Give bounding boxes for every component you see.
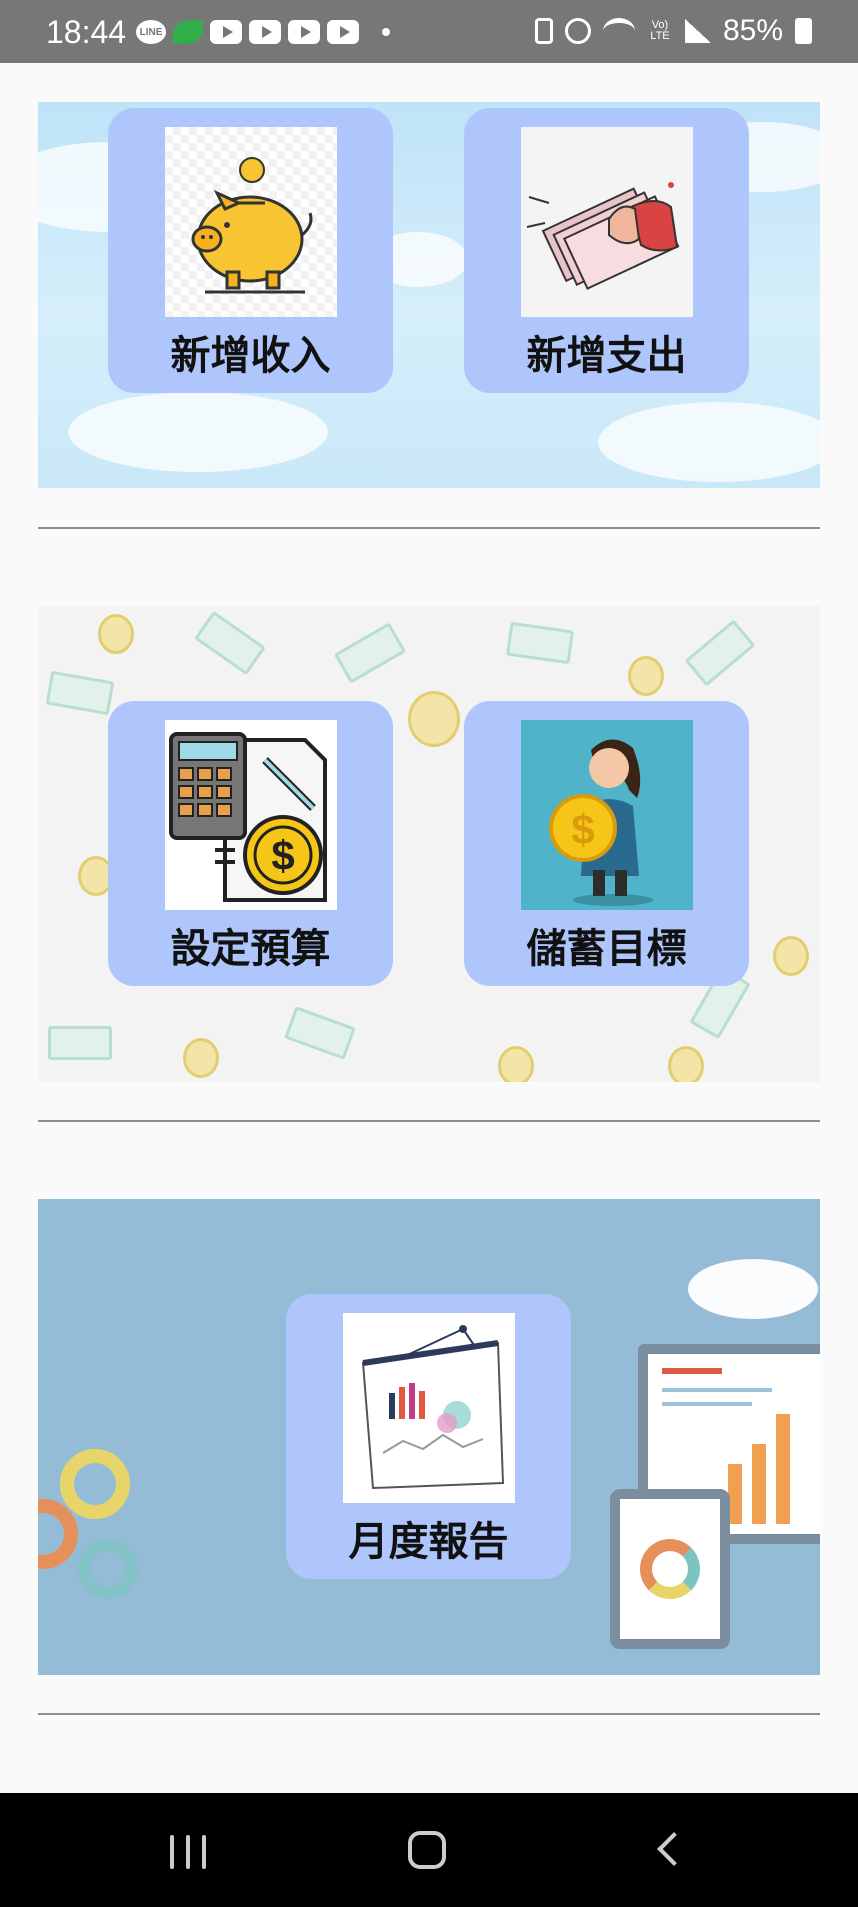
cash-in-hand-icon [521, 127, 693, 317]
coin-decoration [498, 1046, 534, 1082]
savings-goal-button[interactable]: $ 儲蓄目標 [464, 701, 749, 986]
dot-icon [382, 28, 390, 36]
battery-saver-icon [534, 18, 553, 44]
line-icon: LINE [136, 20, 166, 44]
cloud-decoration [68, 392, 328, 472]
back-button[interactable] [640, 1823, 700, 1877]
report-section: 月度報告 [38, 1199, 820, 1675]
svg-text:$: $ [571, 806, 594, 853]
battery-percent: 85% [722, 14, 783, 47]
dollar-bill-decoration [48, 1026, 112, 1060]
coin-decoration [408, 691, 460, 747]
cloud-decoration [688, 1259, 818, 1319]
calculator-coin-icon: $ [165, 720, 337, 910]
notification-icons: LINE [136, 20, 390, 44]
recent-apps-button[interactable] [160, 1823, 220, 1877]
youtube-icon [288, 20, 320, 44]
piggy-bank-icon [165, 127, 337, 317]
leaf-icon [173, 20, 203, 44]
coin-decoration [183, 1038, 219, 1078]
dollar-bill-decoration [194, 610, 266, 676]
add-income-button[interactable]: 新增收入 [108, 108, 393, 393]
youtube-icon [249, 20, 281, 44]
dollar-bill-decoration [45, 670, 115, 716]
monthly-report-button[interactable]: 月度報告 [286, 1294, 571, 1579]
alarm-icon [564, 18, 591, 44]
status-bar: 18:44 LINE Vo) LTE 85% [0, 0, 858, 63]
add-expense-label: 新增支出 [526, 333, 687, 379]
gear-icon [60, 1449, 130, 1519]
dollar-bill-decoration [684, 619, 756, 687]
section-divider [38, 527, 820, 529]
signal-icon [684, 19, 711, 43]
section-divider [38, 1713, 820, 1715]
budget-goal-section: $ 設定預算 $ 儲蓄目標 [38, 606, 820, 1082]
coin-decoration [668, 1046, 704, 1082]
volte-icon: Vo) LTE [650, 19, 670, 42]
cloud-decoration [598, 402, 820, 482]
system-icons: Vo) LTE 85% [534, 14, 812, 48]
add-income-label: 新增收入 [170, 333, 331, 379]
battery-icon [795, 18, 812, 44]
status-time: 18:44 [46, 14, 127, 50]
woman-holding-coin-icon: $ [521, 720, 693, 910]
section-divider [38, 1120, 820, 1122]
svg-text:$: $ [271, 832, 294, 879]
tablet-pie-illustration [610, 1489, 730, 1649]
set-budget-button[interactable]: $ 設定預算 [108, 701, 393, 986]
dollar-bill-decoration [333, 622, 407, 684]
coin-decoration [98, 614, 134, 654]
main-content: 新增收入 新增支出 $ 設定預算 $ 儲蓄目標 月度報告 [0, 63, 858, 1793]
presentation-chart-icon [343, 1313, 515, 1503]
coin-decoration [773, 936, 809, 976]
savings-goal-label: 儲蓄目標 [526, 926, 687, 972]
home-button[interactable] [398, 1823, 458, 1877]
navigation-bar [0, 1793, 858, 1907]
coin-decoration [628, 656, 664, 696]
income-expense-section: 新增收入 新增支出 [38, 102, 820, 488]
gear-icon [78, 1539, 138, 1599]
dollar-bill-decoration [505, 621, 575, 665]
monthly-report-label: 月度報告 [348, 1519, 509, 1565]
wifi-icon [602, 18, 635, 44]
add-expense-button[interactable]: 新增支出 [464, 108, 749, 393]
youtube-icon [210, 20, 242, 44]
dollar-bill-decoration [284, 1006, 356, 1060]
set-budget-label: 設定預算 [170, 926, 331, 972]
youtube-icon [327, 20, 359, 44]
